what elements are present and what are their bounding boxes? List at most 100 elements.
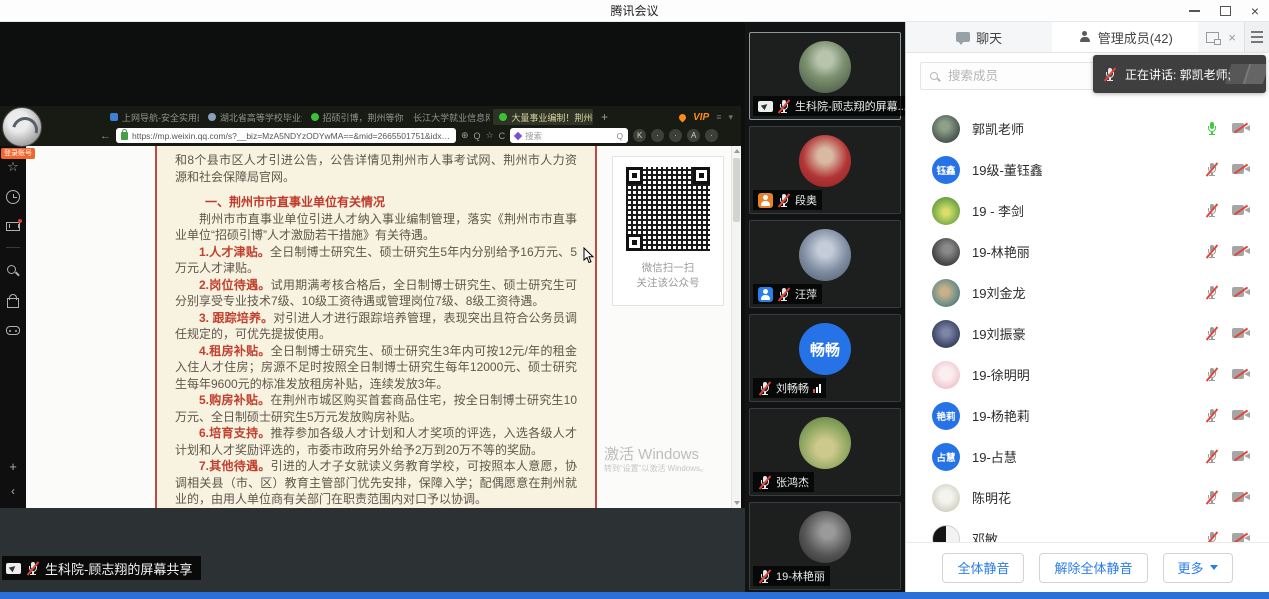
quick-button-up[interactable]: · (669, 129, 682, 142)
favorite-icon[interactable]: ☆ (486, 130, 494, 141)
search-icon[interactable]: Q (617, 131, 624, 141)
browser-tab[interactable]: 长江大学就业信息网× (407, 109, 490, 125)
camera-off-icon[interactable] (1232, 450, 1251, 463)
refresh-icon[interactable]: C (499, 131, 506, 141)
quick-button-menu[interactable]: · (705, 129, 718, 142)
panel-menu[interactable] (1244, 22, 1269, 52)
member-row[interactable]: 19 - 李剑 (906, 190, 1269, 231)
close-button[interactable]: × (1251, 4, 1259, 18)
mic-muted-icon[interactable] (1205, 408, 1219, 423)
quick-button-down[interactable]: · (651, 129, 664, 142)
mic-on-icon[interactable] (1205, 121, 1219, 136)
mic-muted-icon (777, 193, 791, 208)
quick-button-k[interactable]: K (633, 129, 646, 142)
member-row[interactable]: 艳莉 19-杨艳莉 (906, 395, 1269, 436)
video-tile[interactable]: 畅畅 刘畅畅 (749, 314, 901, 402)
browser-minimize-icon[interactable]: ▾ (728, 112, 733, 123)
new-tab-button[interactable]: + (596, 110, 613, 124)
member-row[interactable]: 19刘金龙 (906, 272, 1269, 313)
mic-muted-icon[interactable] (1205, 162, 1219, 177)
sidebar-promo-badge[interactable]: 登录账号 (1, 148, 35, 159)
member-row[interactable]: 邓敏 (906, 518, 1269, 543)
share-label-text: 生科院-顾志翔的屏幕共享 (45, 559, 192, 578)
article-item: 1.人才津贴。全日制博士研究生、硕士研究生5年内分别给予16万元、5万元人才津贴… (175, 244, 577, 277)
member-row[interactable]: 19刘振豪 (906, 313, 1269, 354)
browser-menu-icon[interactable]: ≡ (716, 112, 721, 122)
search-engine-icon (514, 131, 522, 139)
video-tile[interactable]: 张鸿杰 (749, 408, 901, 496)
screen-share-label: 生科院-顾志翔的屏幕共享 (2, 556, 201, 580)
games-icon[interactable] (6, 326, 20, 335)
member-row[interactable]: 郭凯老师 (906, 108, 1269, 149)
close-panel-icon[interactable]: × (1228, 31, 1236, 44)
camera-off-icon[interactable] (1232, 245, 1251, 258)
collapse-icon[interactable]: ‹ (11, 484, 15, 498)
mailbox-icon[interactable] (6, 222, 20, 231)
history-icon[interactable] (6, 190, 20, 204)
camera-off-icon[interactable] (1232, 122, 1251, 135)
maximize-button[interactable] (1220, 6, 1231, 16)
qr-code (626, 167, 710, 251)
mic-muted-icon[interactable] (1205, 285, 1219, 300)
browser-tab[interactable]: 上网导航-安全实用的× (104, 109, 199, 125)
camera-off-icon[interactable] (1232, 163, 1251, 176)
avatar (932, 525, 960, 544)
url-bar[interactable]: https://mp.weixin.qq.com/s?__biz=MzA5NDY… (116, 128, 456, 143)
add-icon[interactable]: + (9, 459, 17, 474)
sidebar-divider (6, 247, 20, 248)
browser-tab[interactable]: 湖北省高等学校毕业生× (202, 109, 302, 125)
camera-off-icon[interactable] (1232, 327, 1251, 340)
scroll-down-icon[interactable] (734, 501, 740, 505)
popout-icon[interactable] (1206, 32, 1219, 43)
member-list[interactable]: 郭凯老师 钰鑫 19级-董钰鑫 19 - 李剑 19-林艳丽 (906, 100, 1269, 543)
camera-off-icon[interactable] (1232, 491, 1251, 504)
minimize-button[interactable] (1189, 10, 1200, 12)
video-tile[interactable]: 段奥 (749, 126, 901, 214)
scroll-up-icon[interactable] (734, 149, 740, 153)
browser-tab[interactable]: 招硕引博，荆州等你来× (305, 109, 405, 125)
camera-off-icon[interactable] (1232, 204, 1251, 217)
shop-icon[interactable] (6, 294, 20, 308)
more-button[interactable]: 更多 (1163, 553, 1233, 583)
camera-off-icon[interactable] (1232, 368, 1251, 381)
member-row[interactable]: 钰鑫 19级-董钰鑫 (906, 149, 1269, 190)
qr-caption: 微信扫一扫 关注该公众号 (613, 261, 723, 291)
mic-muted-icon[interactable] (1205, 367, 1219, 382)
tab-manage-members[interactable]: 管理成员(42) (1052, 22, 1198, 52)
mute-all-button[interactable]: 全体静音 (942, 553, 1024, 583)
browser-tab-active[interactable]: 大量事业编制！荆州招× (493, 109, 593, 125)
tile-label: 生科院-顾志翔的屏幕... (753, 96, 905, 116)
capture-icon[interactable]: ⊕ (461, 130, 469, 141)
vip-badge[interactable]: VIP (693, 112, 709, 123)
mic-muted-icon[interactable] (1205, 244, 1219, 259)
video-strip: 生科院-顾志翔的屏幕... 段奥 汪萍 畅畅 刘畅畅 张鸿杰 (745, 22, 905, 592)
member-row[interactable]: 19-林艳丽 (906, 231, 1269, 272)
scroll-thumb[interactable] (733, 158, 740, 222)
video-tile[interactable]: 汪萍 (749, 220, 901, 308)
camera-off-icon[interactable] (1232, 409, 1251, 422)
mic-muted-icon (1103, 67, 1117, 82)
browser-search-box[interactable]: 搜索 Q (510, 128, 628, 143)
search-icon[interactable] (6, 264, 20, 278)
mic-muted-icon[interactable] (1205, 326, 1219, 341)
mic-muted-icon[interactable] (1205, 490, 1219, 505)
video-tile[interactable]: 生科院-顾志翔的屏幕... (749, 32, 901, 120)
back-icon[interactable]: ← (100, 130, 111, 142)
quick-button-a[interactable]: A (687, 129, 700, 142)
screen-share-icon (758, 101, 773, 112)
favorites-icon[interactable]: ☆ (6, 160, 20, 174)
avatar (932, 279, 960, 307)
avatar (932, 238, 960, 266)
member-row[interactable]: 占慧 19-占慧 (906, 436, 1269, 477)
browser-logo-icon[interactable] (2, 107, 42, 147)
tab-chat[interactable]: 聊天 (906, 22, 1052, 52)
zoom-icon[interactable]: Q (474, 131, 481, 141)
camera-off-icon[interactable] (1232, 286, 1251, 299)
member-row[interactable]: 陈明花 (906, 477, 1269, 518)
page-scrollbar[interactable] (731, 146, 741, 508)
mic-muted-icon[interactable] (1205, 449, 1219, 464)
unmute-all-button[interactable]: 解除全体静音 (1039, 553, 1147, 583)
member-row[interactable]: 19-徐明明 (906, 354, 1269, 395)
mic-muted-icon[interactable] (1205, 203, 1219, 218)
video-tile[interactable]: 19-林艳丽 (749, 502, 901, 590)
